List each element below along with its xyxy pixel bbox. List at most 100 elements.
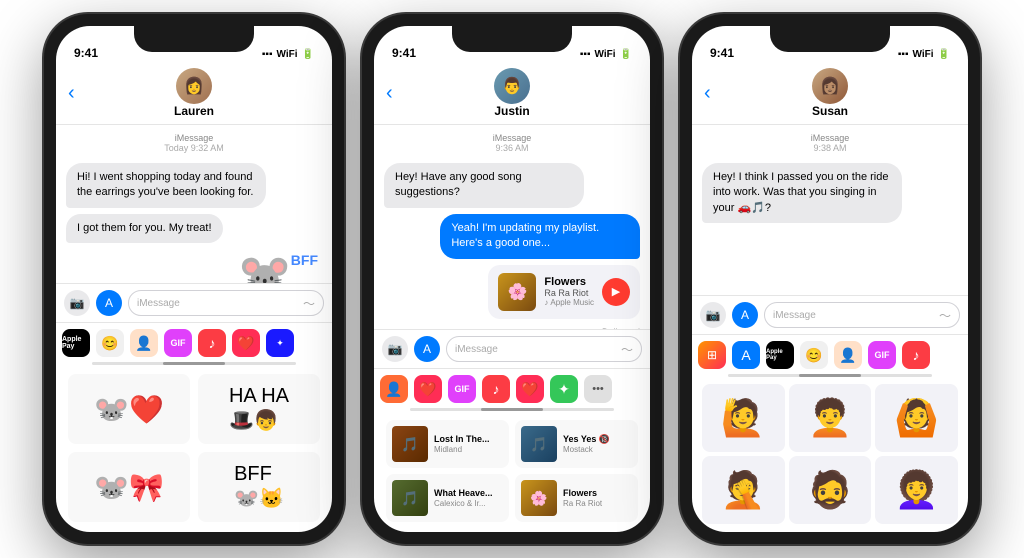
battery-icon-3: 🔋 bbox=[938, 49, 950, 60]
gif-icon-1[interactable]: GIF bbox=[164, 329, 192, 357]
avatar-person-1: 👩 bbox=[184, 76, 204, 96]
scroll-indicator-2 bbox=[410, 408, 614, 411]
more-icon-2[interactable]: ••• bbox=[584, 375, 612, 403]
msg-meta-3: iMessage9:38 AM bbox=[702, 133, 958, 153]
music-panel-item-1[interactable]: 🎵 Lost In The... Midland bbox=[386, 420, 509, 468]
music-info-2: Flowers Ra Ra Riot ♪ Apple Music bbox=[544, 276, 594, 307]
music-panel-info-3: What Heave... Calexico & Ir... bbox=[434, 488, 493, 508]
play-button-2[interactable]: ▶ bbox=[602, 278, 630, 306]
sticker-item-1[interactable]: 🐭❤️ bbox=[68, 374, 190, 444]
sticker-item-2[interactable]: HA HA🎩👦 bbox=[198, 374, 320, 444]
emoji-icon-1[interactable]: 😊 bbox=[96, 329, 124, 357]
input-bar-3: 📷 A iMessage 〜 bbox=[692, 295, 968, 334]
music-panel-art-4: 🌸 bbox=[521, 480, 557, 516]
music-panel-item-2[interactable]: 🎵 Yes Yes 🔞 Mostack bbox=[515, 420, 638, 468]
disney-icon-1[interactable]: ✦ bbox=[266, 329, 294, 357]
memoji-icon-1[interactable]: 👤 bbox=[130, 329, 158, 357]
nav-bar-3: ‹ 👩🏽 Susan bbox=[692, 64, 968, 125]
messages-area-1: iMessageToday 9:32 AM Hi! I went shoppin… bbox=[56, 125, 332, 283]
scroll-indicator-3 bbox=[728, 374, 932, 377]
music-panel-info-4: Flowers Ra Ra Riot bbox=[563, 488, 602, 508]
mp-artist-1: Midland bbox=[434, 445, 490, 454]
waveform-1: 〜 bbox=[303, 295, 315, 312]
nav-bar-1: ‹ 👩 Lauren bbox=[56, 64, 332, 125]
memoji-panel-3: 🙋 🧑‍🦱 🙆 🤦 🧔 👩‍🦱 bbox=[698, 380, 962, 528]
memoji-icon-2[interactable]: 👤 bbox=[380, 375, 408, 403]
apps-icon-3[interactable]: A bbox=[732, 341, 760, 369]
back-button-1[interactable]: ‹ bbox=[68, 82, 75, 105]
avatar-person-3: 👩🏽 bbox=[820, 76, 840, 96]
status-time-3: 9:41 bbox=[710, 46, 734, 60]
emoji-icon-3[interactable]: 😊 bbox=[800, 341, 828, 369]
input-placeholder-3: iMessage bbox=[773, 310, 816, 321]
music-card-2[interactable]: 🌸 Flowers Ra Ra Riot ♪ Apple Music ▶ bbox=[488, 265, 640, 319]
notch-1 bbox=[134, 26, 254, 52]
status-icons-3: ▪▪▪ WiFi 🔋 bbox=[898, 49, 950, 60]
phones-container: 9:41 ▪▪▪ WiFi 🔋 ‹ 👩 Lauren iMe bbox=[0, 0, 1024, 558]
music-panel-art-2: 🎵 bbox=[521, 426, 557, 462]
wifi-icon-1: WiFi bbox=[277, 49, 298, 60]
memoji-item-1[interactable]: 🙋 bbox=[702, 384, 785, 452]
nav-contact-3[interactable]: 👩🏽 Susan bbox=[812, 68, 848, 118]
input-bar-1: 📷 A iMessage 〜 bbox=[56, 283, 332, 322]
music-panel-item-4[interactable]: 🌸 Flowers Ra Ra Riot bbox=[515, 474, 638, 522]
input-placeholder-2: iMessage bbox=[455, 344, 498, 355]
music-icon-1[interactable]: ♪ bbox=[198, 329, 226, 357]
mp-artist-3: Calexico & Ir... bbox=[434, 499, 493, 508]
waveform-3: 〜 bbox=[939, 307, 951, 324]
heart-icon-2[interactable]: ❤️ bbox=[414, 375, 442, 403]
appstore-btn-1[interactable]: A bbox=[96, 290, 122, 316]
music-panel-info-2: Yes Yes 🔞 Mostack bbox=[563, 434, 610, 454]
music-service-2: ♪ Apple Music bbox=[544, 298, 594, 307]
appstore-btn-3[interactable]: A bbox=[732, 302, 758, 328]
status-icons-1: ▪▪▪ WiFi 🔋 bbox=[262, 49, 314, 60]
battery-icon-2: 🔋 bbox=[620, 49, 632, 60]
input-field-1[interactable]: iMessage 〜 bbox=[128, 290, 324, 316]
input-field-2[interactable]: iMessage 〜 bbox=[446, 336, 642, 362]
app-tray-row-1: Apple Pay 😊 👤 GIF ♪ ❤️ ✦ bbox=[62, 327, 326, 359]
disney-icon-2[interactable]: ✦ bbox=[550, 375, 578, 403]
applepay-icon-1[interactable]: Apple Pay bbox=[62, 329, 90, 357]
mp-title-3: What Heave... bbox=[434, 488, 493, 499]
signal-icon-1: ▪▪▪ bbox=[262, 49, 273, 60]
music-panel-2: 🎵 Lost In The... Midland 🎵 Yes Yes 🔞 Mos… bbox=[380, 414, 644, 528]
nav-bar-2: ‹ 👨 Justin bbox=[374, 64, 650, 125]
input-bar-2: 📷 A iMessage 〜 bbox=[374, 329, 650, 368]
applepay-icon-3[interactable]: Apple Pay bbox=[766, 341, 794, 369]
sticker-1: 🐭BFF bbox=[234, 249, 322, 283]
sticker-item-3[interactable]: 🐭🎀 bbox=[68, 452, 190, 522]
camera-btn-1[interactable]: 📷 bbox=[64, 290, 90, 316]
gif-icon-2[interactable]: GIF bbox=[448, 375, 476, 403]
phone-2: 9:41 ▪▪▪ WiFi 🔋 ‹ 👨 Justin iMe bbox=[362, 14, 662, 544]
mp-title-4: Flowers bbox=[563, 488, 602, 499]
music-panel-item-3[interactable]: 🎵 What Heave... Calexico & Ir... bbox=[386, 474, 509, 522]
wifi-icon-2: WiFi bbox=[595, 49, 616, 60]
heart-icon-1[interactable]: ❤️ bbox=[232, 329, 260, 357]
input-field-3[interactable]: iMessage 〜 bbox=[764, 302, 960, 328]
photos-icon-3[interactable]: ⊞ bbox=[698, 341, 726, 369]
memoji-item-3[interactable]: 🙆 bbox=[875, 384, 958, 452]
music-icon-3[interactable]: ♪ bbox=[902, 341, 930, 369]
music-icon-2[interactable]: ♪ bbox=[482, 375, 510, 403]
memoji-item-5[interactable]: 🧔 bbox=[789, 456, 872, 524]
phone-3: 9:41 ▪▪▪ WiFi 🔋 ‹ 👩🏽 Susan iM bbox=[680, 14, 980, 544]
camera-btn-2[interactable]: 📷 bbox=[382, 336, 408, 362]
back-button-2[interactable]: ‹ bbox=[386, 82, 393, 105]
sticker-item-4[interactable]: BFF🐭🐱 bbox=[198, 452, 320, 522]
nav-contact-1[interactable]: 👩 Lauren bbox=[174, 68, 214, 118]
memoji-item-6[interactable]: 👩‍🦱 bbox=[875, 456, 958, 524]
memoji-item-2[interactable]: 🧑‍🦱 bbox=[789, 384, 872, 452]
battery-icon-1: 🔋 bbox=[302, 49, 314, 60]
gif-icon-3[interactable]: GIF bbox=[868, 341, 896, 369]
back-button-3[interactable]: ‹ bbox=[704, 82, 711, 105]
appstore-btn-2[interactable]: A bbox=[414, 336, 440, 362]
nav-contact-2[interactable]: 👨 Justin bbox=[494, 68, 530, 118]
memoji-icon-3[interactable]: 👤 bbox=[834, 341, 862, 369]
memoji-item-4[interactable]: 🤦 bbox=[702, 456, 785, 524]
mp-artist-4: Ra Ra Riot bbox=[563, 499, 602, 508]
heart2-icon-2[interactable]: ❤️ bbox=[516, 375, 544, 403]
msg-bubble-2-1: Hey! Have any good song suggestions? bbox=[384, 163, 584, 208]
camera-btn-3[interactable]: 📷 bbox=[700, 302, 726, 328]
msg-meta-1: iMessageToday 9:32 AM bbox=[66, 133, 322, 153]
notch-3 bbox=[770, 26, 890, 52]
